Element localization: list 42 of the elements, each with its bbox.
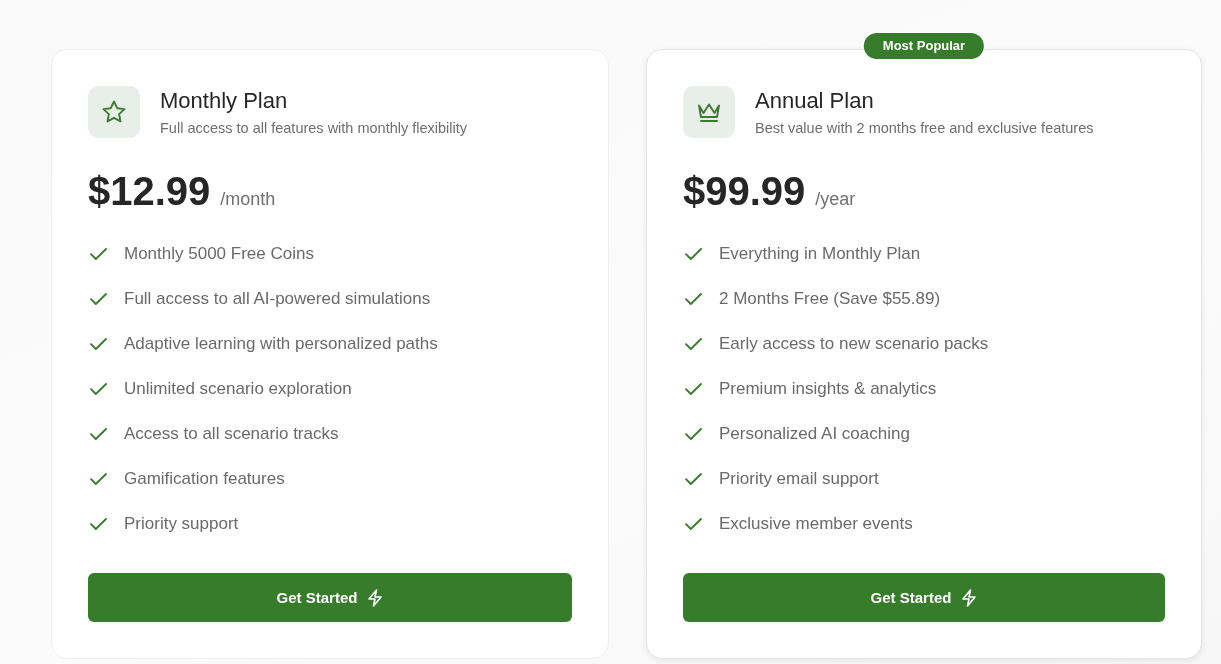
crown-icon: [683, 86, 735, 138]
check-icon: [90, 247, 107, 260]
feature-text: Unlimited scenario exploration: [124, 378, 352, 399]
plan-title: Annual Plan: [755, 87, 875, 115]
check-icon: [90, 337, 107, 350]
feature-text: Priority email support: [719, 468, 879, 489]
feature-text: 2 Months Free (Save $55.89): [719, 288, 941, 309]
billing-period: /year: [815, 189, 856, 210]
check-icon: [685, 247, 702, 260]
feature-text: Full access to all AI-powered simulations: [124, 288, 431, 309]
popular-badge: Most Popular: [863, 33, 985, 59]
plan-description: Full access to all features with monthly flexibility: [160, 119, 468, 138]
billing-period: /month: [220, 189, 276, 210]
get-started-button[interactable]: Get Started: [683, 573, 1165, 622]
check-icon: [685, 337, 702, 350]
feature-text: Exclusive member events: [719, 513, 913, 534]
check-icon: [90, 472, 107, 485]
feature-text: Adaptive learning with personalized paths: [124, 333, 438, 354]
feature-text: Gamification features: [124, 468, 285, 489]
plan-description: Best value with 2 months free and exclusive features: [755, 119, 1094, 138]
feature-text: Everything in Monthly Plan: [719, 243, 921, 264]
check-icon: [685, 427, 702, 440]
lightning-icon: [367, 588, 384, 607]
lightning-icon: [961, 588, 978, 607]
plan-price: $99.99: [683, 168, 806, 215]
plan-price: $12.99: [88, 168, 211, 215]
check-icon: [90, 382, 107, 395]
feature-text: Access to all scenario tracks: [124, 423, 339, 444]
check-icon: [90, 292, 107, 305]
feature-text: Early access to new scenario packs: [719, 333, 989, 354]
check-icon: [685, 472, 702, 485]
feature-text: Priority support: [124, 513, 239, 534]
check-icon: [685, 517, 702, 530]
check-icon: [685, 292, 702, 305]
check-icon: [90, 427, 107, 440]
feature-text: Premium insights & analytics: [719, 378, 937, 399]
check-icon: [685, 382, 702, 395]
get-started-button[interactable]: Get Started: [88, 573, 572, 622]
check-icon: [90, 517, 107, 530]
feature-text: Monthly 5000 Free Coins: [124, 243, 314, 264]
plan-title: Monthly Plan: [160, 87, 289, 115]
feature-text: Personalized AI coaching: [719, 423, 910, 444]
